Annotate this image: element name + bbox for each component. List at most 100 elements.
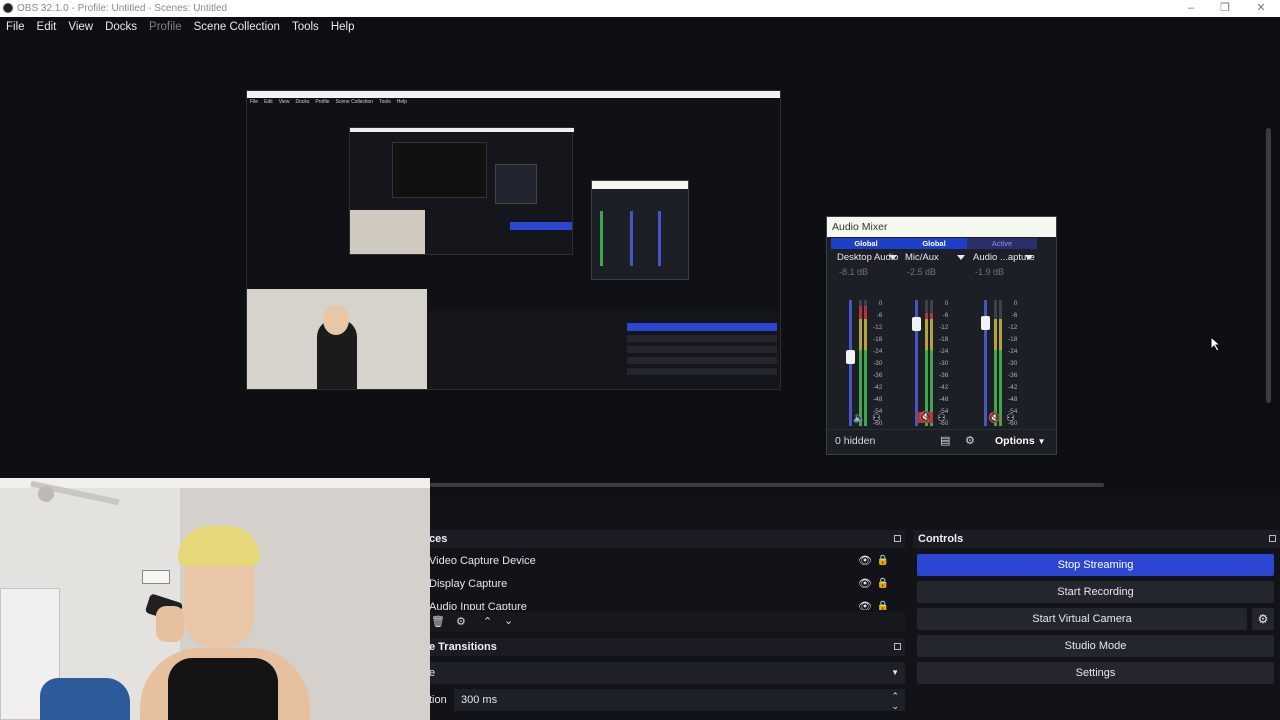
muted-speaker-icon[interactable]: 🔇 bbox=[988, 413, 1000, 424]
level-meter bbox=[859, 300, 862, 426]
meter-red bbox=[864, 306, 867, 319]
menu-tools[interactable]: Tools bbox=[286, 17, 325, 37]
nested-menubar: File Edit View Docks Profile Scene Collection… bbox=[247, 98, 780, 106]
audio-mixer-title[interactable]: Audio Mixer bbox=[827, 217, 1056, 237]
wall-vent bbox=[142, 570, 170, 584]
sources-dock-header: ces bbox=[429, 530, 905, 548]
nested-preview-titlebar bbox=[350, 128, 574, 132]
nested-settings-button bbox=[627, 368, 777, 375]
popout-icon[interactable] bbox=[894, 535, 901, 542]
muted-speaker-icon[interactable]: 🔇 bbox=[917, 412, 934, 423]
menu-profile[interactable]: Profile bbox=[143, 17, 188, 37]
chevron-up-icon[interactable]: ⌃ bbox=[483, 615, 492, 628]
source-item[interactable]: Video Capture Device 👁 🔒 bbox=[429, 550, 905, 572]
nested-stop-button bbox=[627, 323, 777, 331]
headphones-icon[interactable]: ⚇ bbox=[1006, 413, 1015, 424]
preview-vertical-scrollbar[interactable] bbox=[1266, 128, 1271, 403]
source-item[interactable]: Audio Input Capture 👁 🔒 bbox=[429, 596, 905, 610]
trash-icon[interactable]: 🗑 bbox=[431, 615, 445, 628]
popout-icon[interactable] bbox=[894, 643, 901, 650]
spin-down-icon[interactable]: ⌄ bbox=[891, 695, 899, 717]
nested-preview bbox=[349, 127, 574, 255]
menu-edit[interactable]: Edit bbox=[31, 17, 63, 37]
nested-rec-button bbox=[627, 335, 777, 342]
eye-icon[interactable]: 👁 bbox=[858, 573, 872, 595]
menu-file[interactable]: File bbox=[0, 17, 31, 37]
level-meter bbox=[864, 300, 867, 426]
lock-icon[interactable]: 🔒 bbox=[877, 596, 889, 610]
db-tick-label: -36 bbox=[939, 372, 949, 379]
meter-red bbox=[859, 306, 862, 319]
level-meter bbox=[999, 300, 1002, 426]
popout-icon[interactable] bbox=[1269, 535, 1276, 542]
channel-db: -8.1 dB bbox=[839, 267, 869, 277]
level-meter bbox=[925, 300, 928, 426]
gear-icon[interactable]: ⚙ bbox=[456, 615, 466, 628]
nested-meter-3 bbox=[658, 211, 661, 266]
nested-audio-mixer bbox=[591, 180, 689, 280]
preview-horizontal-scrollbar[interactable] bbox=[430, 483, 1104, 487]
transition-select[interactable]: e ▼ bbox=[429, 662, 905, 684]
headphones-icon[interactable]: ⚇ bbox=[937, 413, 946, 424]
volume-fader-knob[interactable] bbox=[846, 350, 855, 365]
lock-icon[interactable]: 🔒 bbox=[877, 550, 889, 572]
nested-menu-item: View bbox=[278, 99, 290, 105]
menu-scene-collection[interactable]: Scene Collection bbox=[188, 17, 286, 37]
nested-menu-item: Profile bbox=[315, 99, 330, 105]
channel-name-dropdown[interactable]: Mic/Aux bbox=[899, 252, 969, 263]
nested-webcam-large bbox=[247, 289, 427, 389]
chevron-down-icon: ▼ bbox=[1037, 437, 1046, 446]
meter-yellow bbox=[864, 318, 867, 351]
studio-mode-button[interactable]: Studio Mode bbox=[917, 635, 1274, 657]
nested-vcam-button bbox=[627, 346, 777, 353]
close-icon[interactable]: ✕ bbox=[1244, 0, 1278, 17]
menu-docks[interactable]: Docks bbox=[99, 17, 143, 37]
menu-bar: File Edit View Docks Profile Scene Colle… bbox=[0, 17, 1280, 37]
minimize-icon[interactable]: – bbox=[1174, 0, 1208, 17]
eye-icon[interactable]: 👁 bbox=[858, 596, 872, 610]
menu-help[interactable]: Help bbox=[325, 17, 361, 37]
channel-db: -2.5 dB bbox=[907, 267, 937, 277]
layout-icon[interactable]: ▤ bbox=[940, 434, 950, 447]
nested-menu-item: File bbox=[250, 99, 259, 105]
start-virtual-camera-button[interactable]: Start Virtual Camera bbox=[917, 608, 1247, 630]
virtual-camera-settings-gear-icon[interactable]: ⚙ bbox=[1252, 608, 1274, 630]
lock-icon[interactable]: 🔒 bbox=[877, 573, 889, 595]
headphones-icon[interactable]: ⚇ bbox=[872, 413, 881, 424]
nested-face bbox=[323, 305, 349, 335]
nested-docks bbox=[427, 311, 780, 389]
nested-menu-item: Tools bbox=[379, 99, 391, 105]
settings-button[interactable]: Settings bbox=[917, 662, 1274, 684]
channel-name-dropdown[interactable]: Audio ...apture bbox=[967, 252, 1037, 263]
channel-db: -1.9 dB bbox=[975, 267, 1005, 277]
db-tick-label: 0 bbox=[944, 300, 949, 307]
volume-fader-knob[interactable] bbox=[912, 316, 921, 331]
nested-webcam bbox=[350, 210, 425, 254]
source-item[interactable]: Display Capture 👁 🔒 bbox=[429, 573, 905, 595]
stop-streaming-button[interactable]: Stop Streaming bbox=[917, 554, 1274, 576]
settings-gear-icon[interactable]: ⚙ bbox=[965, 434, 975, 447]
meter-yellow bbox=[925, 318, 928, 351]
chevron-down-icon[interactable]: ⌄ bbox=[504, 614, 513, 627]
db-tick-label: -42 bbox=[1008, 384, 1018, 391]
db-tick-label: -36 bbox=[1008, 372, 1018, 379]
channel-name-dropdown[interactable]: Desktop Audio bbox=[831, 252, 901, 263]
nested-meter-2 bbox=[630, 211, 633, 266]
duration-input[interactable]: 300 ms ⌃ ⌄ bbox=[454, 689, 905, 711]
transitions-title: e Transitions bbox=[429, 641, 497, 653]
sources-title: ces bbox=[429, 533, 448, 545]
options-button[interactable]: Options ▼ bbox=[995, 435, 1046, 447]
start-recording-button[interactable]: Start Recording bbox=[917, 581, 1274, 603]
db-tick-label: -6 bbox=[876, 312, 883, 319]
eye-icon[interactable]: 👁 bbox=[858, 550, 872, 572]
blue-clothes bbox=[40, 678, 130, 720]
channel-name: Mic/Aux bbox=[905, 252, 939, 263]
db-tick-label: -30 bbox=[873, 360, 883, 367]
controls-title: Controls bbox=[918, 533, 964, 545]
hidden-count[interactable]: 0 hidden bbox=[835, 435, 875, 447]
menu-view[interactable]: View bbox=[62, 17, 99, 37]
speaker-icon[interactable]: 🔈 bbox=[853, 413, 865, 424]
maximize-icon[interactable]: ❐ bbox=[1208, 0, 1242, 17]
obs-logo-icon bbox=[3, 3, 13, 13]
volume-fader-knob[interactable] bbox=[981, 315, 990, 330]
